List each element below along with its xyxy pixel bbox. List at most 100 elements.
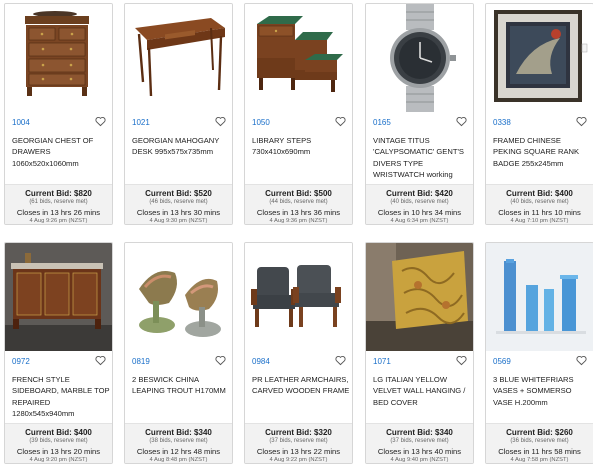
heart-outline-icon[interactable] xyxy=(215,355,226,366)
closing-time: Closes in 11 hrs 10 mins xyxy=(498,208,581,217)
lot-image-framed-badge[interactable] xyxy=(486,4,593,112)
closing-date: 4 Aug 7:58 pm (NZST) xyxy=(510,457,569,463)
lot-image-trout-figures[interactable] xyxy=(125,243,232,351)
current-bid: Current Bid: $400 xyxy=(506,189,573,198)
heart-outline-icon[interactable] xyxy=(95,116,106,127)
bid-panel: Current Bid: $420 (40 bids, reserve met)… xyxy=(366,184,473,224)
current-bid: Current Bid: $820 xyxy=(25,189,92,198)
lot-number[interactable]: 0984 xyxy=(252,357,270,366)
lot-number[interactable]: 0819 xyxy=(132,357,150,366)
bid-panel: Current Bid: $340 (37 bids, reserve met)… xyxy=(366,423,473,463)
closing-time: Closes in 13 hrs 36 mins xyxy=(256,208,341,217)
closing-time: Closes in 12 hrs 48 mins xyxy=(136,447,221,456)
lot-image-sideboard[interactable] xyxy=(5,243,112,351)
lot-number[interactable]: 1071 xyxy=(373,357,391,366)
bid-count: (40 bids, reserve met) xyxy=(510,199,569,205)
lot-card[interactable]: 1021 GEORGIAN MAHOGANY DESK 995x575x735m… xyxy=(124,3,233,225)
lot-grid: 1004 GEORGIAN CHEST OF DRAWERS 1060x520x… xyxy=(0,0,593,468)
lot-title[interactable]: FRAMED CHINESE PEKING SQUARE RANK BADGE … xyxy=(493,135,591,169)
closing-date: 4 Aug 9:30 pm (NZST) xyxy=(149,218,208,224)
closing-time: Closes in 13 hrs 40 mins xyxy=(377,447,462,456)
lot-title[interactable]: GEORGIAN MAHOGANY DESK 995x575x735mm xyxy=(132,135,230,158)
current-bid: Current Bid: $400 xyxy=(25,428,92,437)
lot-card[interactable]: 0984 PR LEATHER ARMCHAIRS, CARVED WOODEN… xyxy=(244,242,353,464)
bid-count: (36 bids, reserve met) xyxy=(510,438,569,444)
bid-panel: Current Bid: $260 (36 bids, reserve met)… xyxy=(486,423,593,463)
closing-date: 4 Aug 9:20 pm (NZST) xyxy=(29,457,88,463)
current-bid: Current Bid: $260 xyxy=(506,428,573,437)
lot-card[interactable]: 0165 VINTAGE TITUS 'CALYPSOMATIC' GENT'S… xyxy=(365,3,474,225)
closing-date: 4 Aug 9:22 pm (NZST) xyxy=(269,457,328,463)
heart-outline-icon[interactable] xyxy=(215,116,226,127)
closing-date: 4 Aug 7:10 pm (NZST) xyxy=(510,218,569,224)
lot-image-wall-hanging[interactable] xyxy=(366,243,473,351)
closing-date: 4 Aug 9:36 pm (NZST) xyxy=(269,218,328,224)
closing-time: Closes in 13 hrs 22 mins xyxy=(256,447,341,456)
bid-panel: Current Bid: $320 (37 bids, reserve met)… xyxy=(245,423,352,463)
heart-outline-icon[interactable] xyxy=(456,355,467,366)
bid-panel: Current Bid: $400 (39 bids, reserve met)… xyxy=(5,423,112,463)
heart-outline-icon[interactable] xyxy=(335,116,346,127)
bid-count: (37 bids, reserve met) xyxy=(390,438,449,444)
lot-card[interactable]: 0819 2 BESWICK CHINA LEAPING TROUT H170M… xyxy=(124,242,233,464)
bid-count: (38 bids, reserve met) xyxy=(149,438,208,444)
current-bid: Current Bid: $340 xyxy=(386,428,453,437)
heart-outline-icon[interactable] xyxy=(576,355,587,366)
bid-panel: Current Bid: $400 (40 bids, reserve met)… xyxy=(486,184,593,224)
closing-time: Closes in 11 hrs 58 mins xyxy=(498,447,581,456)
lot-number[interactable]: 0972 xyxy=(12,357,30,366)
lot-title[interactable]: 3 BLUE WHITEFRIARS VASES + SOMMERSO VASE… xyxy=(493,374,591,408)
lot-number[interactable]: 0569 xyxy=(493,357,511,366)
closing-date: 4 Aug 9:40 pm (NZST) xyxy=(390,457,449,463)
bid-panel: Current Bid: $340 (38 bids, reserve met)… xyxy=(125,423,232,463)
lot-number[interactable]: 0165 xyxy=(373,118,391,127)
current-bid: Current Bid: $340 xyxy=(145,428,212,437)
lot-image-library-steps[interactable] xyxy=(245,4,352,112)
lot-number[interactable]: 1021 xyxy=(132,118,150,127)
bid-panel: Current Bid: $500 (44 bids, reserve met)… xyxy=(245,184,352,224)
lot-card[interactable]: 1004 GEORGIAN CHEST OF DRAWERS 1060x520x… xyxy=(4,3,113,225)
lot-image-desk[interactable] xyxy=(125,4,232,112)
lot-card[interactable]: 1050 LIBRARY STEPS 730x410x690mm Current… xyxy=(244,3,353,225)
heart-outline-icon[interactable] xyxy=(335,355,346,366)
closing-date: 4 Aug 8:48 pm (NZST) xyxy=(149,457,208,463)
lot-image-armchairs[interactable] xyxy=(245,243,352,351)
closing-time: Closes in 13 hrs 20 mins xyxy=(16,447,101,456)
lot-image-chest-of-drawers[interactable] xyxy=(5,4,112,112)
current-bid: Current Bid: $420 xyxy=(386,189,453,198)
closing-date: 4 Aug 9:26 pm (NZST) xyxy=(29,218,88,224)
closing-time: Closes in 13 hrs 26 mins xyxy=(16,208,101,217)
lot-number[interactable]: 0338 xyxy=(493,118,511,127)
bid-panel: Current Bid: $820 (61 bids, reserve met)… xyxy=(5,184,112,224)
heart-outline-icon[interactable] xyxy=(456,116,467,127)
lot-image-wristwatch[interactable] xyxy=(366,4,473,112)
lot-card[interactable]: 1071 LG ITALIAN YELLOW VELVET WALL HANGI… xyxy=(365,242,474,464)
current-bid: Current Bid: $520 xyxy=(145,189,212,198)
lot-number[interactable]: 1050 xyxy=(252,118,270,127)
heart-outline-icon[interactable] xyxy=(95,355,106,366)
lot-card[interactable]: 0569 3 BLUE WHITEFRIARS VASES + SOMMERSO… xyxy=(485,242,593,464)
bid-count: (44 bids, reserve met) xyxy=(269,199,328,205)
lot-number[interactable]: 1004 xyxy=(12,118,30,127)
lot-title[interactable]: LIBRARY STEPS 730x410x690mm xyxy=(252,135,350,158)
bid-count: (61 bids, reserve met) xyxy=(29,199,88,205)
lot-title[interactable]: LG ITALIAN YELLOW VELVET WALL HANGING / … xyxy=(373,374,471,408)
lot-title[interactable]: 2 BESWICK CHINA LEAPING TROUT H170MM xyxy=(132,374,230,397)
closing-date: 4 Aug 6:34 pm (NZST) xyxy=(390,218,449,224)
closing-time: Closes in 13 hrs 30 mins xyxy=(136,208,221,217)
lot-title[interactable]: FRENCH STYLE SIDEBOARD, MARBLE TOP REPAI… xyxy=(12,374,110,420)
bid-count: (46 bids, reserve met) xyxy=(149,199,208,205)
heart-outline-icon[interactable] xyxy=(576,116,587,127)
current-bid: Current Bid: $500 xyxy=(265,189,332,198)
bid-count: (40 bids, reserve met) xyxy=(390,199,449,205)
current-bid: Current Bid: $320 xyxy=(265,428,332,437)
lot-title[interactable]: VINTAGE TITUS 'CALYPSOMATIC' GENT'S DIVE… xyxy=(373,135,471,181)
lot-card[interactable]: 0338 FRAMED CHINESE PEKING SQUARE RANK B… xyxy=(485,3,593,225)
lot-card[interactable]: 0972 FRENCH STYLE SIDEBOARD, MARBLE TOP … xyxy=(4,242,113,464)
lot-title[interactable]: GEORGIAN CHEST OF DRAWERS 1060x520x1060m… xyxy=(12,135,110,169)
closing-time: Closes in 10 hrs 34 mins xyxy=(377,208,462,217)
bid-panel: Current Bid: $520 (46 bids, reserve met)… xyxy=(125,184,232,224)
lot-title[interactable]: PR LEATHER ARMCHAIRS, CARVED WOODEN FRAM… xyxy=(252,374,350,397)
lot-image-blue-vases[interactable] xyxy=(486,243,593,351)
bid-count: (37 bids, reserve met) xyxy=(269,438,328,444)
